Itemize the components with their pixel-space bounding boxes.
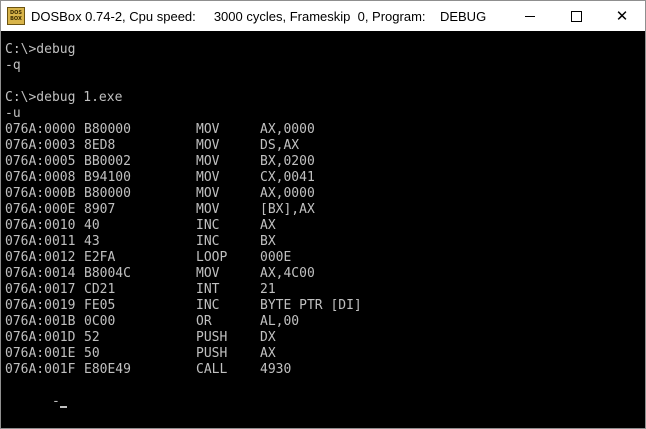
window-title: DOSBox 0.74-2, Cpu speed: 3000 cycles, F… — [31, 8, 487, 24]
console-line-quit: -q — [5, 58, 21, 73]
disassembly-row: 076A:001B 0C00 OR AL,00 — [5, 314, 605, 330]
instruction-address: 076A:0005 — [5, 154, 76, 169]
instruction-mnemonic: LOOP — [196, 250, 228, 265]
instruction-bytes: CD21 — [84, 282, 116, 297]
instruction-bytes: 50 — [84, 346, 100, 361]
dosbox-window: DOS BOX DOSBox 0.74-2, Cpu speed: 3000 c… — [0, 0, 646, 429]
instruction-bytes: 52 — [84, 330, 100, 345]
console-line-debug-command: C:\>debug — [5, 42, 76, 57]
instruction-operands: [BX],AX — [260, 202, 315, 217]
instruction-bytes: B80000 — [84, 186, 131, 201]
instruction-address: 076A:0011 — [5, 234, 76, 249]
instruction-operands: AX — [260, 218, 276, 233]
console-prompt-line[interactable]: - — [5, 378, 67, 409]
instruction-operands: AL,00 — [260, 314, 300, 329]
instruction-operands: CX,0041 — [260, 170, 315, 185]
instruction-mnemonic: PUSH — [196, 330, 228, 345]
instruction-operands: BYTE PTR [DI] — [260, 298, 362, 313]
instruction-address: 076A:001E — [5, 346, 76, 361]
console-line-debug-file-command: C:\>debug 1.exe — [5, 90, 123, 105]
instruction-operands: BX,0200 — [260, 154, 315, 169]
instruction-mnemonic: INC — [196, 234, 220, 249]
instruction-mnemonic: PUSH — [196, 346, 228, 361]
disassembly-row: 076A:0000 B80000 MOV AX,0000 — [5, 122, 605, 138]
instruction-mnemonic: INC — [196, 218, 220, 233]
instruction-address: 076A:001D — [5, 330, 76, 345]
instruction-address: 076A:0014 — [5, 266, 76, 281]
instruction-mnemonic: INC — [196, 298, 220, 313]
disassembly-row: 076A:0011 43 INC BX — [5, 234, 605, 250]
disassembly-row: 076A:0008 B94100 MOV CX,0041 — [5, 170, 605, 186]
instruction-address: 076A:0010 — [5, 218, 76, 233]
instruction-bytes: BB0002 — [84, 154, 131, 169]
instruction-operands: AX — [260, 346, 276, 361]
instruction-operands: AX,0000 — [260, 186, 315, 201]
instruction-mnemonic: MOV — [196, 170, 220, 185]
instruction-operands: 4930 — [260, 362, 292, 377]
instruction-address: 076A:000B — [5, 186, 76, 201]
instruction-operands: BX — [260, 234, 276, 249]
instruction-address: 076A:0000 — [5, 122, 76, 137]
instruction-operands: DS,AX — [260, 138, 300, 153]
disassembly-row: 076A:001D 52 PUSH DX — [5, 330, 605, 346]
instruction-mnemonic: CALL — [196, 362, 228, 377]
close-icon: ✕ — [615, 7, 629, 25]
disassembly-row: 076A:001E 50 PUSH AX — [5, 346, 605, 362]
disassembly-row: 076A:001F E80E49 CALL 4930 — [5, 362, 605, 378]
disassembly-row: 076A:0003 8ED8 MOV DS,AX — [5, 138, 605, 154]
maximize-icon — [570, 10, 582, 22]
instruction-operands: AX,0000 — [260, 122, 315, 137]
minimize-button[interactable] — [507, 1, 553, 31]
instruction-mnemonic: MOV — [196, 202, 220, 217]
instruction-bytes: 8907 — [84, 202, 116, 217]
instruction-bytes: 8ED8 — [84, 138, 116, 153]
instruction-bytes: 0C00 — [84, 314, 116, 329]
instruction-operands: 000E — [260, 250, 292, 265]
minimize-icon — [525, 15, 535, 17]
console-line-unassemble: -u — [5, 106, 21, 121]
instruction-mnemonic: MOV — [196, 154, 220, 169]
instruction-bytes: B8004C — [84, 266, 131, 281]
disassembly-row: 076A:0012 E2FA LOOP 000E — [5, 250, 605, 266]
close-button[interactable]: ✕ — [599, 1, 645, 31]
instruction-bytes: 43 — [84, 234, 100, 249]
instruction-address: 076A:000E — [5, 202, 76, 217]
instruction-address: 076A:001F — [5, 362, 76, 377]
instruction-address: 076A:0017 — [5, 282, 76, 297]
instruction-bytes: E80E49 — [84, 362, 131, 377]
instruction-mnemonic: MOV — [196, 266, 220, 281]
instruction-mnemonic: OR — [196, 314, 212, 329]
disassembly-row: 076A:000B B80000 MOV AX,0000 — [5, 186, 605, 202]
disassembly-row: 076A:0014 B8004C MOV AX,4C00 — [5, 266, 605, 282]
app-icon-text-bottom: BOX — [10, 16, 22, 22]
instruction-address: 076A:0008 — [5, 170, 76, 185]
dos-console-screen[interactable]: C:\>debug -q C:\>debug 1.exe -u 076A:000… — [1, 32, 645, 428]
instruction-bytes: FE05 — [84, 298, 116, 313]
instruction-address: 076A:001B — [5, 314, 76, 329]
disassembly-row: 076A:0019 FE05 INC BYTE PTR [DI] — [5, 298, 605, 314]
instruction-operands: AX,4C00 — [260, 266, 315, 281]
instruction-mnemonic: MOV — [196, 138, 220, 153]
instruction-operands: DX — [260, 330, 276, 345]
title-bar[interactable]: DOS BOX DOSBox 0.74-2, Cpu speed: 3000 c… — [1, 1, 645, 31]
dosbox-app-icon[interactable]: DOS BOX — [7, 7, 25, 25]
instruction-mnemonic: MOV — [196, 122, 220, 137]
disassembly-row: 076A:0017 CD21 INT 21 — [5, 282, 605, 298]
instruction-address: 076A:0003 — [5, 138, 76, 153]
instruction-bytes: E2FA — [84, 250, 116, 265]
instruction-bytes: 40 — [84, 218, 100, 233]
maximize-button[interactable] — [553, 1, 599, 31]
instruction-mnemonic: INT — [196, 282, 220, 297]
disassembly-row: 076A:0010 40 INC AX — [5, 218, 605, 234]
instruction-bytes: B94100 — [84, 170, 131, 185]
instruction-bytes: B80000 — [84, 122, 131, 137]
disassembly-row: 076A:000E 8907 MOV [BX],AX — [5, 202, 605, 218]
instruction-operands: 21 — [260, 282, 276, 297]
disassembly-row: 076A:0005 BB0002 MOV BX,0200 — [5, 154, 605, 170]
instruction-mnemonic: MOV — [196, 186, 220, 201]
console-prompt: - — [51, 394, 60, 409]
text-cursor — [59, 406, 67, 408]
instruction-address: 076A:0019 — [5, 298, 76, 313]
instruction-address: 076A:0012 — [5, 250, 76, 265]
